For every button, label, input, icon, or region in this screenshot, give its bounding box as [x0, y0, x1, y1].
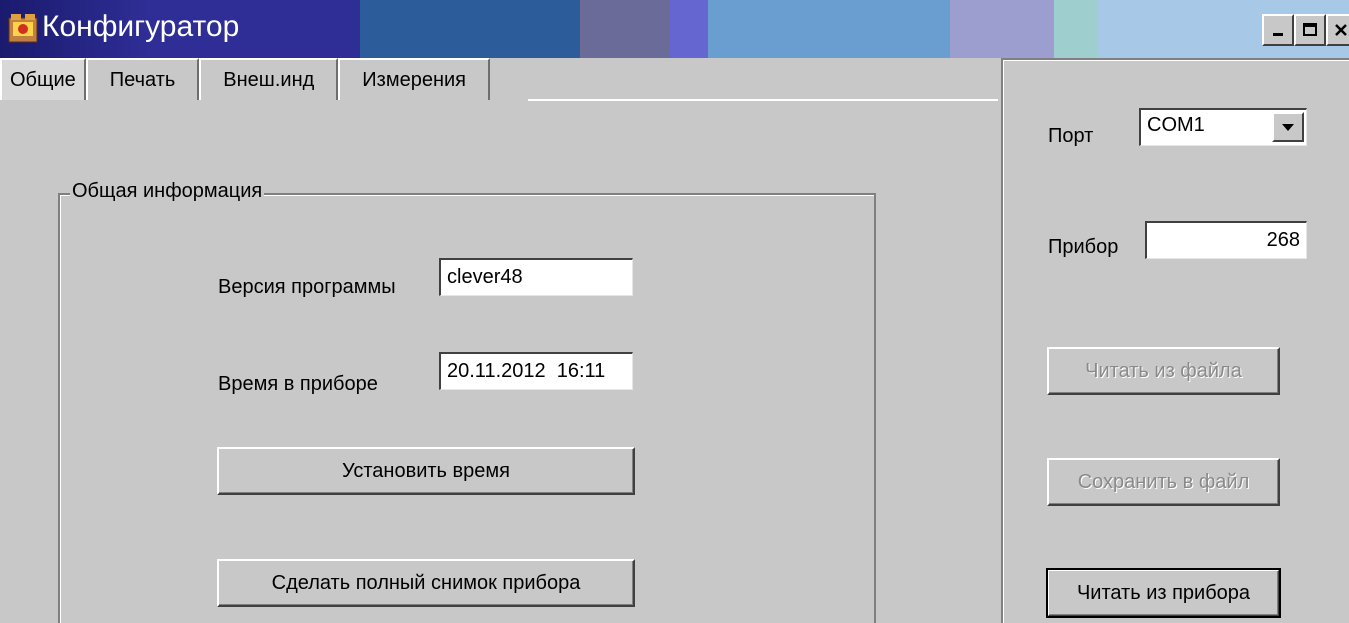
device-time-field[interactable] [439, 352, 633, 390]
title-bar-segment [580, 0, 670, 58]
minimize-icon [1273, 33, 1283, 36]
port-select[interactable]: COM1 [1139, 108, 1307, 146]
tab-measurements[interactable]: Измерения [338, 58, 491, 100]
read-from-file-button[interactable]: Читать из файла [1047, 347, 1280, 395]
chevron-down-icon [1282, 124, 1294, 131]
tab-strip: Общие Печать Внеш.инд Измерения [0, 58, 491, 100]
port-label: Порт [1048, 125, 1094, 147]
app-icon [8, 14, 38, 43]
title-bar-segment [950, 0, 1054, 58]
title-bar-segment [1054, 0, 1098, 58]
program-version-label: Версия программы [218, 276, 396, 298]
device-label: Прибор [1048, 236, 1119, 258]
port-dropdown-button[interactable] [1272, 112, 1304, 142]
title-bar-segment [670, 0, 708, 58]
tab-general[interactable]: Общие [0, 58, 86, 100]
tab-divider [528, 99, 998, 101]
device-time-label: Время в приборе [218, 373, 378, 395]
full-snapshot-button[interactable]: Сделать полный снимок прибора [217, 559, 635, 607]
title-bar-segment [708, 0, 950, 58]
close-button[interactable] [1326, 14, 1349, 46]
tab-print[interactable]: Печать [85, 58, 200, 100]
minimize-button[interactable] [1262, 14, 1294, 46]
device-number-field[interactable] [1145, 221, 1307, 259]
set-time-button[interactable]: Установить время [217, 447, 635, 495]
close-icon [1335, 24, 1347, 36]
maximize-icon [1303, 23, 1317, 36]
tab-external-indicator[interactable]: Внеш.инд [199, 58, 339, 100]
title-bar-segment [360, 0, 580, 58]
read-from-device-button[interactable]: Читать из прибора [1046, 568, 1281, 618]
window-title: Конфигуратор [42, 10, 240, 43]
save-to-file-button[interactable]: Сохранить в файл [1047, 458, 1280, 506]
program-version-field[interactable] [439, 258, 633, 296]
group-title: Общая информация [70, 180, 265, 203]
port-select-value: COM1 [1147, 114, 1205, 136]
maximize-button[interactable] [1294, 14, 1326, 46]
